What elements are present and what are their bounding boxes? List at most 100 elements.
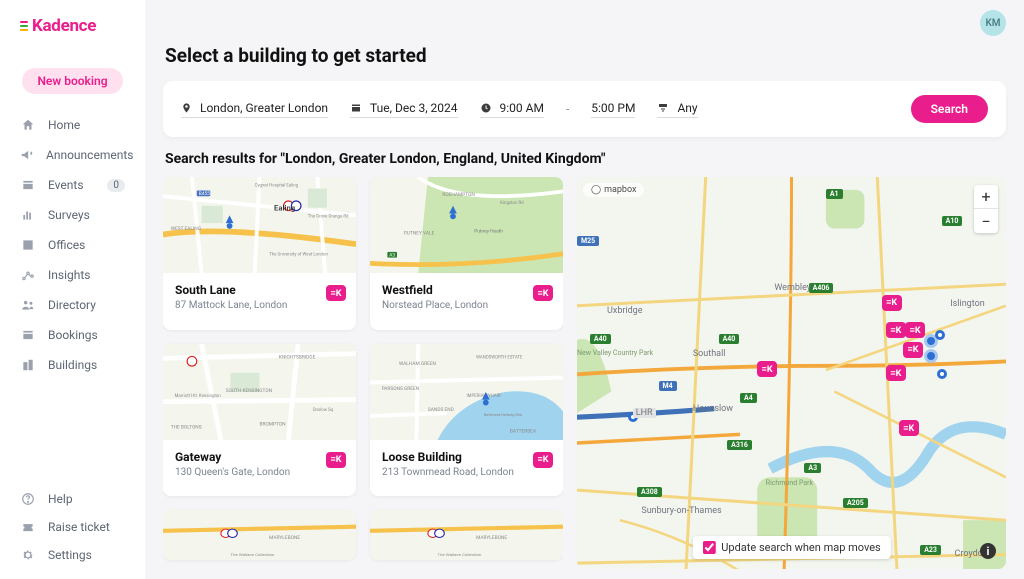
road-badge: A316 bbox=[727, 440, 752, 450]
filter-time-start[interactable]: 9:00 AM bbox=[480, 101, 544, 118]
sidebar-item-label: Surveys bbox=[48, 208, 90, 222]
office-icon bbox=[20, 238, 36, 252]
zoom-out-button[interactable]: − bbox=[974, 209, 998, 233]
calendar-icon bbox=[350, 102, 362, 114]
kadence-badge-icon: ≡K bbox=[326, 452, 346, 468]
sidebar-item-ticket[interactable]: Raise ticket bbox=[0, 513, 145, 541]
filter-location[interactable]: London, Greater London bbox=[181, 101, 328, 118]
map-zoom-controls: + − bbox=[974, 185, 998, 233]
sidebar-item-label: Bookings bbox=[48, 328, 98, 342]
chart-icon bbox=[20, 208, 36, 222]
svg-text:SANDS END: SANDS END bbox=[428, 407, 454, 413]
zoom-in-button[interactable]: + bbox=[974, 185, 998, 209]
map-pin[interactable]: ≡K bbox=[899, 420, 919, 436]
filter-date-value: Tue, Dec 3, 2024 bbox=[370, 101, 457, 115]
building-card[interactable]: MARYLEBONE The Wallace Collection bbox=[163, 510, 356, 560]
filter-amenities[interactable]: Any bbox=[657, 101, 697, 118]
sidebar-item-buildings[interactable]: Buildings bbox=[0, 350, 145, 380]
insights-icon bbox=[20, 268, 36, 282]
events-count-badge: 0 bbox=[107, 179, 125, 192]
filter-amenities-value: Any bbox=[677, 101, 697, 115]
road-badge: M25 bbox=[577, 236, 599, 246]
map-label: New Valley Country Park bbox=[577, 349, 653, 357]
kadence-badge-icon: ≡K bbox=[533, 452, 553, 468]
building-address: Norstead Place, London bbox=[382, 300, 551, 311]
building-card[interactable]: SANDS END BATTERSEA PARSONS GREEN WALHAM… bbox=[370, 344, 563, 497]
card-map-thumb: SOUTH KENSINGTON BROMPTON KNIGHTSBRIDGE … bbox=[163, 344, 356, 440]
building-card[interactable]: SOUTH KENSINGTON BROMPTON KNIGHTSBRIDGE … bbox=[163, 344, 356, 497]
svg-text:A3: A3 bbox=[389, 253, 395, 259]
svg-text:The Wallace Collection: The Wallace Collection bbox=[438, 552, 482, 557]
gear-icon bbox=[20, 548, 36, 562]
sidebar-item-bookings[interactable]: Bookings bbox=[0, 320, 145, 350]
building-name: Loose Building bbox=[382, 450, 551, 464]
filter-time-end[interactable]: 5:00 PM bbox=[591, 101, 635, 118]
page-title: Select a building to get started bbox=[145, 36, 1024, 81]
svg-text:BATTERSEA: BATTERSEA bbox=[510, 428, 537, 434]
svg-text:The Wallace Collection: The Wallace Collection bbox=[231, 552, 275, 557]
new-booking-button[interactable]: New booking bbox=[22, 68, 122, 94]
brand-logo[interactable]: Kadence bbox=[0, 0, 145, 44]
map-info-button[interactable]: i bbox=[980, 543, 996, 559]
map-attribution: ◯ mapbox bbox=[583, 183, 644, 197]
sidebar-item-label: Raise ticket bbox=[48, 520, 110, 534]
bookings-icon bbox=[20, 328, 36, 342]
map-update-toggle[interactable]: Update search when map moves bbox=[692, 536, 890, 559]
road-badge: M4 bbox=[659, 381, 677, 391]
map-label: Sunbury-on-Thames bbox=[641, 506, 721, 516]
map-label: Southall bbox=[693, 349, 726, 359]
sidebar-item-label: Announcements bbox=[46, 148, 133, 162]
svg-text:THE BOLTONS: THE BOLTONS bbox=[171, 424, 202, 430]
sidebar-item-label: Help bbox=[48, 492, 73, 506]
svg-text:PUTNEY VALE: PUTNEY VALE bbox=[404, 231, 435, 237]
building-address: 87 Mattock Lane, London bbox=[175, 300, 344, 311]
map-pin[interactable]: ≡K bbox=[886, 322, 906, 338]
road-badge: A4 bbox=[740, 393, 757, 403]
topbar: KM bbox=[145, 0, 1024, 36]
sidebar-item-insights[interactable]: Insights bbox=[0, 260, 145, 290]
map-pin[interactable]: ≡K bbox=[757, 361, 777, 377]
sidebar-item-label: Buildings bbox=[48, 358, 97, 372]
building-card[interactable]: Ealing WEST EALING The University of Wes… bbox=[163, 177, 356, 330]
building-address: 130 Queen's Gate, London bbox=[175, 467, 344, 478]
filter-time-start-value: 9:00 AM bbox=[500, 101, 544, 115]
sidebar-item-settings[interactable]: Settings bbox=[0, 541, 145, 569]
road-badge: A308 bbox=[637, 487, 662, 497]
map-pin[interactable]: ≡K bbox=[882, 295, 902, 311]
svg-text:ROEHAMPTON: ROEHAMPTON bbox=[442, 192, 475, 198]
map-label: Islington bbox=[950, 299, 984, 309]
svg-text:MARYLEBONE: MARYLEBONE bbox=[269, 536, 300, 542]
kadence-badge-icon: ≡K bbox=[326, 285, 346, 301]
sidebar-item-surveys[interactable]: Surveys bbox=[0, 200, 145, 230]
results-grid: Ealing WEST EALING The University of Wes… bbox=[163, 177, 563, 569]
calendar-icon bbox=[20, 178, 36, 192]
map-label: Uxbridge bbox=[607, 306, 643, 316]
search-button[interactable]: Search bbox=[911, 95, 988, 123]
card-map-thumb: SANDS END BATTERSEA PARSONS GREEN WALHAM… bbox=[370, 344, 563, 440]
building-card[interactable]: MARYLEBONEThe Wallace Collection bbox=[370, 510, 563, 560]
brand-icon bbox=[20, 21, 28, 31]
sidebar-item-directory[interactable]: Directory bbox=[0, 290, 145, 320]
building-card[interactable]: PUTNEY VALE Putney Heath ROEHAMPTON King… bbox=[370, 177, 563, 330]
svg-text:BROMPTON: BROMPTON bbox=[260, 421, 287, 427]
map-update-checkbox[interactable] bbox=[702, 541, 715, 554]
svg-text:WEST EALING: WEST EALING bbox=[171, 226, 201, 232]
map-pin[interactable]: ≡K bbox=[905, 322, 925, 338]
avatar[interactable]: KM bbox=[980, 10, 1006, 36]
filter-time-end-value: 5:00 PM bbox=[591, 101, 635, 115]
filter-time-separator: - bbox=[566, 102, 569, 116]
card-map-thumb: PUTNEY VALE Putney Heath ROEHAMPTON King… bbox=[370, 177, 563, 273]
svg-text:Putney Heath: Putney Heath bbox=[474, 229, 503, 235]
map-pin[interactable]: ≡K bbox=[903, 342, 923, 358]
sidebar-item-help[interactable]: Help bbox=[0, 485, 145, 513]
sidebar-item-announcements[interactable]: Announcements bbox=[0, 140, 145, 170]
sidebar-item-home[interactable]: Home bbox=[0, 110, 145, 140]
map-panel[interactable]: ◯ mapbox + − ≡K ≡K ≡K ≡K ≡K ≡K ≡K bbox=[577, 177, 1006, 569]
help-icon bbox=[20, 492, 36, 506]
sidebar-item-events[interactable]: Events 0 bbox=[0, 170, 145, 200]
map-label: Richmond Park bbox=[766, 479, 813, 487]
svg-text:Ealing: Ealing bbox=[274, 204, 295, 213]
map-pin[interactable]: ≡K bbox=[886, 365, 906, 381]
sidebar-item-offices[interactable]: Offices bbox=[0, 230, 145, 260]
filter-date[interactable]: Tue, Dec 3, 2024 bbox=[350, 101, 457, 118]
